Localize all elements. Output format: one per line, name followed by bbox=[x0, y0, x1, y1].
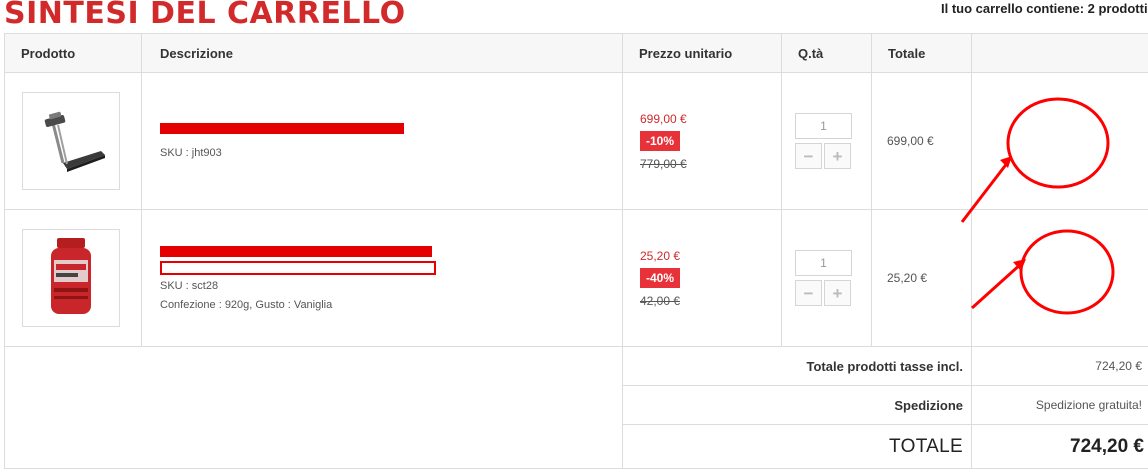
current-price: 699,00 € bbox=[640, 111, 687, 126]
table-row: SKU : sct28 Confezione : 920g, Gusto : V… bbox=[4, 209, 1148, 347]
row-actions-cell bbox=[971, 72, 1148, 210]
current-price: 25,20 € bbox=[640, 248, 681, 263]
row-actions-cell bbox=[971, 209, 1148, 347]
summary-spacer bbox=[4, 346, 623, 469]
discount-badge: -40% bbox=[640, 267, 681, 288]
discount-badge: -10% bbox=[640, 130, 681, 151]
product-name-link-line2[interactable] bbox=[160, 260, 436, 275]
page-title: SINTESI DEL CARRELLO bbox=[4, 0, 406, 31]
unit-price-cell: 699,00 € -10% 779,00 € bbox=[622, 72, 782, 210]
product-options: Confezione : 920g, Gusto : Vaniglia bbox=[160, 298, 333, 311]
product-name-link[interactable] bbox=[160, 245, 432, 257]
product-sku: SKU : jht903 bbox=[160, 147, 222, 159]
summary-total-value: 724,20 € bbox=[971, 424, 1148, 469]
summary-shipping-label: Spedizione bbox=[622, 385, 972, 425]
product-image-cell bbox=[4, 72, 142, 210]
header-unit-price: Prezzo unitario bbox=[622, 33, 782, 73]
quantity-input[interactable] bbox=[795, 250, 852, 276]
product-name-link[interactable] bbox=[160, 123, 404, 134]
qty-cell: − + bbox=[781, 72, 872, 210]
summary-products-row: Totale prodotti tasse incl. 724,20 € bbox=[4, 346, 1148, 469]
cart-count-text: Il tuo carrello contiene: 2 prodotti bbox=[941, 1, 1148, 16]
treadmill-icon bbox=[44, 111, 105, 172]
line-total: 25,20 € bbox=[871, 209, 972, 347]
qty-increase-button[interactable]: + bbox=[824, 143, 851, 169]
product-image-protein[interactable] bbox=[22, 229, 120, 327]
table-row: SKU : jht903 699,00 € -10% 779,00 € − + … bbox=[4, 72, 1148, 210]
product-description-cell: SKU : jht903 bbox=[141, 72, 623, 210]
unit-price-cell: 25,20 € -40% 42,00 € bbox=[622, 209, 782, 347]
header-description: Descrizione bbox=[141, 33, 623, 73]
plus-icon: + bbox=[832, 283, 843, 303]
old-price: 42,00 € bbox=[640, 293, 681, 308]
summary-shipping-value: Spedizione gratuita! bbox=[971, 385, 1148, 425]
protein-jar-icon bbox=[51, 238, 91, 314]
summary-products-value: 724,20 € bbox=[971, 346, 1148, 386]
product-image-treadmill[interactable] bbox=[22, 92, 120, 190]
header-actions bbox=[971, 33, 1148, 73]
plus-icon: + bbox=[832, 146, 843, 166]
cart-table: Prodotto Descrizione Prezzo unitario Q.t… bbox=[4, 33, 1148, 469]
product-image-cell bbox=[4, 209, 142, 347]
qty-decrease-button[interactable]: − bbox=[795, 280, 822, 306]
qty-increase-button[interactable]: + bbox=[824, 280, 851, 306]
product-sku: SKU : sct28 bbox=[160, 279, 219, 292]
summary-total-label: TOTALE bbox=[622, 424, 972, 469]
qty-cell: − + bbox=[781, 209, 872, 347]
minus-icon: − bbox=[803, 283, 814, 303]
old-price: 779,00 € bbox=[640, 156, 687, 171]
qty-decrease-button[interactable]: − bbox=[795, 143, 822, 169]
header-total: Totale bbox=[871, 33, 972, 73]
table-header-row: Prodotto Descrizione Prezzo unitario Q.t… bbox=[4, 33, 1148, 73]
product-description-cell: SKU : sct28 Confezione : 920g, Gusto : V… bbox=[141, 209, 623, 347]
header-qty: Q.tà bbox=[781, 33, 872, 73]
quantity-input[interactable] bbox=[795, 113, 852, 139]
summary-products-label: Totale prodotti tasse incl. bbox=[622, 346, 972, 386]
minus-icon: − bbox=[803, 146, 814, 166]
line-total: 699,00 € bbox=[871, 72, 972, 210]
header-product: Prodotto bbox=[4, 33, 142, 73]
